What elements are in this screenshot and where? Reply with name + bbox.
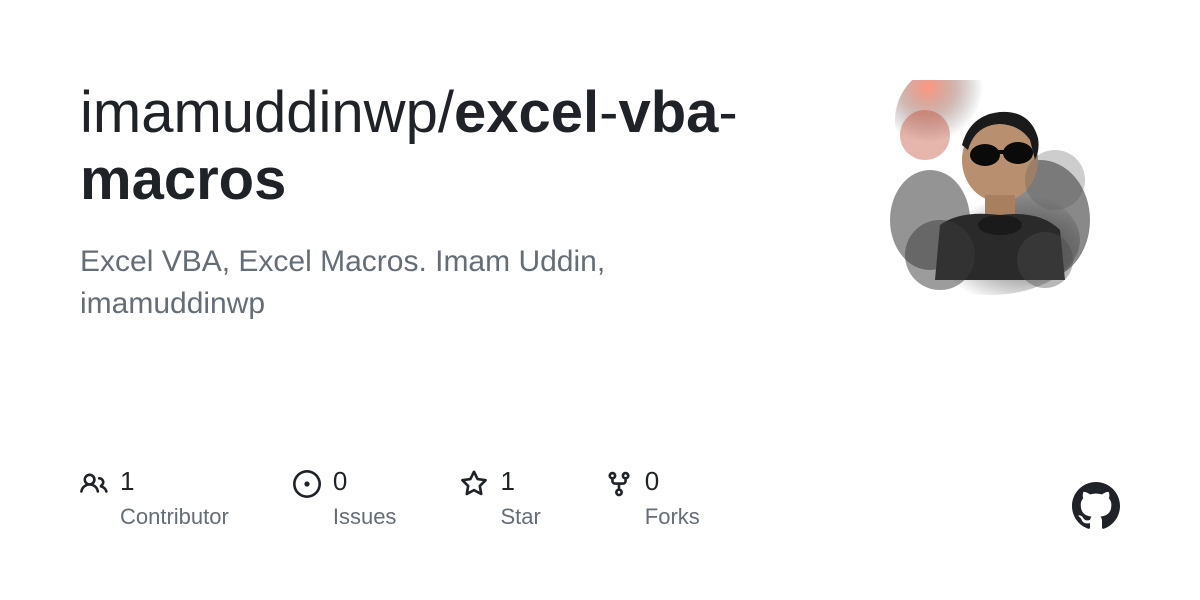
stat-stars[interactable]: 1 Star [460, 468, 540, 530]
issue-icon [293, 470, 321, 498]
repo-slash: / [438, 80, 454, 145]
star-icon [460, 470, 488, 498]
repo-hyphen1: - [599, 80, 618, 145]
repo-hyphen2: - [718, 80, 737, 145]
github-logo-icon[interactable] [1072, 482, 1120, 530]
avatar-container [880, 80, 1100, 300]
repo-title: imamuddinwp/excel-vba-macros [80, 80, 840, 213]
stat-contributors[interactable]: 1 Contributor [80, 468, 229, 530]
stat-issues[interactable]: 0 Issues [293, 468, 397, 530]
repo-description: Excel VBA, Excel Macros. Imam Uddin, ima… [80, 241, 720, 325]
stars-label: Star [500, 504, 540, 530]
forks-count: 0 [645, 468, 700, 494]
people-icon [80, 470, 108, 498]
repo-stats: 1 Contributor 0 Issues 1 Star 0 Forks [80, 468, 700, 530]
repo-owner[interactable]: imamuddinwp [80, 80, 438, 145]
forks-label: Forks [645, 504, 700, 530]
contributors-count: 1 [120, 468, 229, 494]
repo-name-part2[interactable]: vba [618, 80, 718, 145]
issues-count: 0 [333, 468, 397, 494]
issues-label: Issues [333, 504, 397, 530]
fork-icon [605, 470, 633, 498]
contributors-label: Contributor [120, 504, 229, 530]
repo-name-part3[interactable]: macros [80, 147, 286, 212]
stars-count: 1 [500, 468, 540, 494]
user-avatar[interactable] [880, 80, 1100, 300]
repo-name-part1[interactable]: excel [454, 80, 599, 145]
stat-forks[interactable]: 0 Forks [605, 468, 700, 530]
repo-header: imamuddinwp/excel-vba-macros Excel VBA, … [80, 80, 840, 325]
